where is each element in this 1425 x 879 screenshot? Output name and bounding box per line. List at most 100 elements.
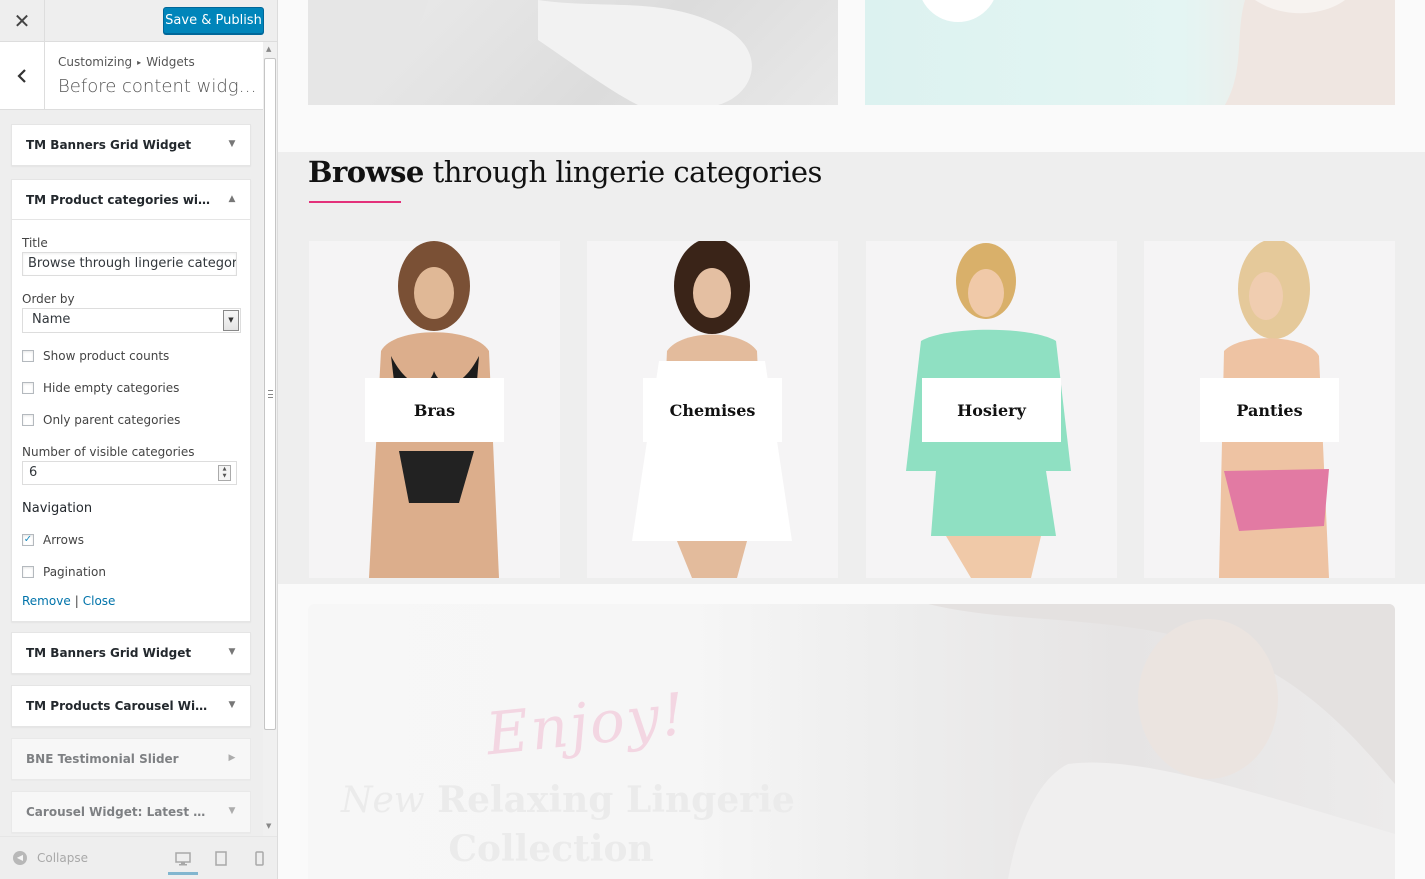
promo-headline-line1: New Relaxing Lingerie [341,779,795,821]
heading-underline [309,201,401,203]
chevron-left-icon [17,69,26,83]
arrows-checkbox[interactable]: ✓ [22,534,34,546]
category-card-chemises[interactable]: Chemises [587,241,838,578]
preview-mobile-button[interactable] [250,849,268,867]
close-icon: ✕ [13,9,31,33]
widget-title: TM Banners Grid Widget [26,646,192,660]
customizer-header: ✕ Save & Publish [0,0,277,42]
breadcrumb-root: Customizing [58,55,133,69]
widget-banners-grid-2[interactable]: TM Banners Grid Widget ▼ [11,632,251,674]
mobile-icon [254,850,264,866]
promo-headline-rest: Relaxing Lingerie [424,779,795,821]
scrollbar-thumb[interactable] [264,58,276,730]
category-label[interactable]: Chemises [643,378,782,442]
breadcrumb-child: Widgets [146,55,195,69]
dropdown-arrow-icon[interactable]: ▼ [223,310,239,331]
widget-header[interactable]: TM Product categories with t... ▲ [12,180,250,220]
promo-banner[interactable]: Enjoy! New Relaxing Lingerie Collection [308,604,1395,879]
visible-categories-label: Number of visible categories [22,445,195,459]
category-label[interactable]: Panties [1200,378,1339,442]
widget-title: BNE Testimonial Slider [26,752,179,766]
preview-desktop-button[interactable] [168,845,198,875]
widget-header[interactable]: Carousel Widget: Latest blog ... ▼ [12,792,250,832]
widget-header[interactable]: BNE Testimonial Slider ▶ [12,739,250,779]
banner-photo-right [1225,0,1395,105]
customizer-sidebar: ✕ Save & Publish Customizing ▸ Widgets Bef… [0,0,278,879]
navigation-heading: Navigation [22,501,93,516]
widget-banners-grid-1[interactable]: TM Banners Grid Widget ▼ [11,124,251,166]
site-preview: Browse through lingerie categories Bras … [278,0,1425,879]
widget-header[interactable]: TM Banners Grid Widget ▼ [12,125,250,165]
show-counts-label: Show product counts [43,349,170,363]
banner-photo-left [308,0,752,105]
actions-separator: | [74,594,79,608]
order-by-select[interactable]: Name ▼ [22,308,241,333]
category-label[interactable]: Bras [365,378,504,442]
breadcrumb: Customizing ▸ Widgets [58,55,195,69]
preview-tablet-button[interactable] [212,849,230,867]
widget-testimonial-slider[interactable]: BNE Testimonial Slider ▶ [11,738,251,780]
spinner-icon[interactable]: ▲ ▼ [218,465,231,481]
only-parent-label: Only parent categories [43,413,181,427]
show-counts-row[interactable]: Show product counts [22,348,169,364]
categories-section: Browse through lingerie categories Bras … [278,152,1425,584]
section-heading-bold: Browse [308,155,424,189]
widget-list: TM Banners Grid Widget ▼ TM Product cate… [0,110,263,836]
pagination-label: Pagination [43,565,106,579]
scroll-up-icon[interactable]: ▲ [266,45,271,53]
widget-title: TM Product categories with t... [26,193,211,207]
tablet-icon [215,850,227,866]
pagination-row[interactable]: Pagination [22,564,106,580]
customizer-footer: ◀ Collapse [0,836,277,879]
widget-title: Carousel Widget: Latest blog ... [26,805,211,819]
grip-icon [268,390,273,398]
category-card-hosiery[interactable]: Hosiery [866,241,1117,578]
only-parent-row[interactable]: Only parent categories [22,412,180,428]
section-title: Before content widge... [58,76,258,97]
banner-image-right[interactable] [865,0,1395,105]
caret-down-icon[interactable]: ▼ [227,139,237,149]
visible-categories-input[interactable]: 6 ▲ ▼ [22,461,237,485]
sidebar-scrollbar[interactable]: ▲ ▼ [263,42,277,836]
widget-title: TM Banners Grid Widget [26,138,192,152]
widget-actions: Remove | Close [22,594,115,608]
close-customizer-button[interactable]: ✕ [0,0,45,42]
category-card-bras[interactable]: Bras [309,241,560,578]
widget-header[interactable]: TM Products Carousel Widget... ▼ [12,686,250,726]
caret-right-icon[interactable]: ▶ [227,753,237,763]
collapse-label: Collapse [37,851,88,865]
banner-image-left[interactable] [308,0,838,105]
promo-headline-italic: New [341,780,425,821]
order-by-label: Order by [22,292,75,306]
visible-categories-value: 6 [29,465,38,480]
widget-header[interactable]: TM Banners Grid Widget ▼ [12,633,250,673]
caret-down-icon[interactable]: ▼ [227,806,237,816]
widget-latest-blog-carousel[interactable]: Carousel Widget: Latest blog ... ▼ [11,791,251,833]
scroll-down-icon[interactable]: ▼ [266,822,271,830]
widget-products-carousel[interactable]: TM Products Carousel Widget... ▼ [11,685,251,727]
collapse-icon: ◀ [13,851,27,865]
hide-empty-row[interactable]: Hide empty categories [22,380,179,396]
category-label[interactable]: Hosiery [922,378,1061,442]
section-info: Customizing ▸ Widgets Before content widge… [0,42,263,110]
collapse-button[interactable]: ◀ Collapse [13,851,88,865]
only-parent-checkbox[interactable] [22,414,34,426]
caret-up-icon[interactable]: ▲ [227,194,237,204]
order-by-value: Name [32,312,71,327]
title-input[interactable]: Browse through lingerie categori [22,252,237,276]
caret-down-icon[interactable]: ▼ [227,700,237,710]
desktop-icon [175,851,191,865]
category-card-panties[interactable]: Panties [1144,241,1395,578]
close-link[interactable]: Close [83,594,116,608]
breadcrumb-separator-icon: ▸ [137,58,142,67]
show-counts-checkbox[interactable] [22,350,34,362]
caret-down-icon[interactable]: ▼ [227,647,237,657]
arrows-row[interactable]: ✓ Arrows [22,532,84,548]
remove-link[interactable]: Remove [22,594,71,608]
section-heading: Browse through lingerie categories [308,155,822,189]
widget-title: TM Products Carousel Widget... [26,699,211,713]
save-publish-button[interactable]: Save & Publish [163,7,264,34]
back-button[interactable] [0,42,45,110]
hide-empty-checkbox[interactable] [22,382,34,394]
pagination-checkbox[interactable] [22,566,34,578]
